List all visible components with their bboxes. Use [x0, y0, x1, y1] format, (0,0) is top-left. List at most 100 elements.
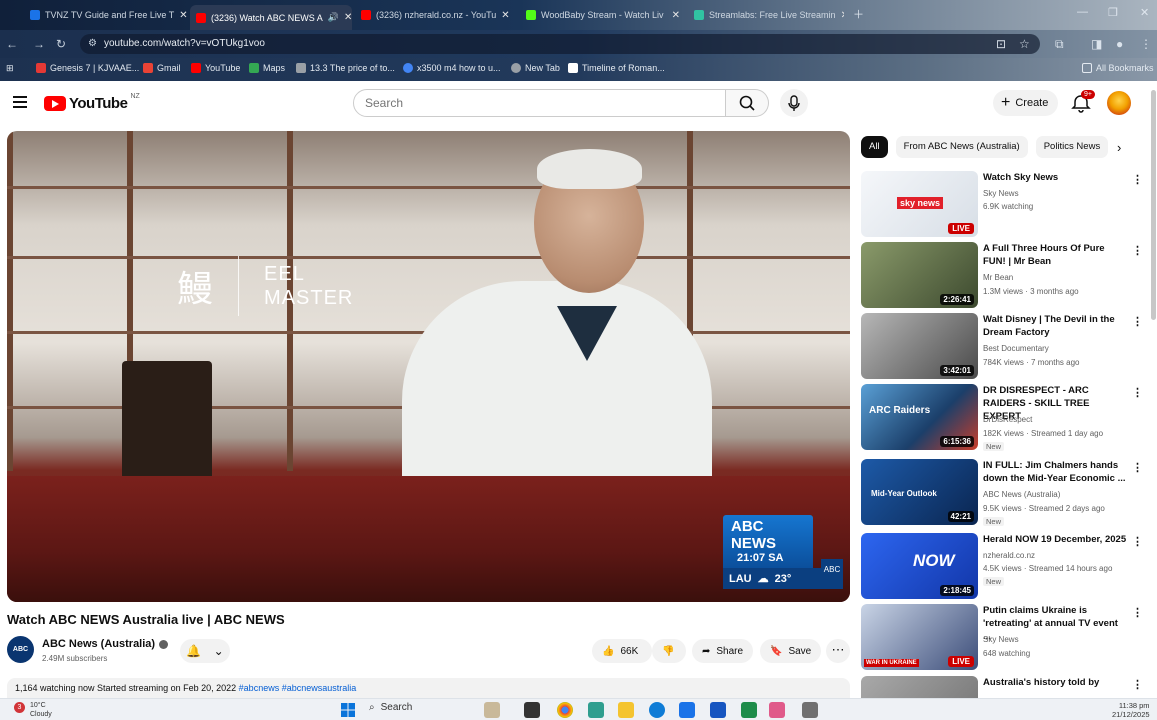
profile-switch-icon[interactable]: ◨	[1091, 37, 1102, 51]
channel-avatar[interactable]: ABC	[7, 636, 34, 663]
settings-icon[interactable]	[802, 702, 818, 718]
new-badge: New	[983, 577, 1005, 586]
back-icon[interactable]: ←	[6, 37, 18, 51]
speaker-icon[interactable]: 🔊	[328, 12, 339, 23]
search-button[interactable]	[726, 89, 769, 117]
recommendation-item[interactable]: ARC Raiders 6:15:36 DR DISRESPECT - ARC …	[861, 384, 1151, 451]
kebab-menu-icon[interactable]: ⋮	[1132, 606, 1143, 619]
widget-app-icon[interactable]	[484, 702, 500, 718]
mail-icon[interactable]	[679, 702, 695, 718]
install-app-icon[interactable]: ⊡	[996, 37, 1006, 51]
tab-abc-news[interactable]: (3236) Watch ABC NEWS A 🔊 ✕	[190, 5, 352, 30]
close-tab-icon[interactable]: ✕	[841, 10, 844, 21]
chrome-icon[interactable]	[557, 702, 573, 718]
video-thumbnail[interactable]: Mid-Year Outlook 42:21	[861, 459, 978, 525]
bookmark-genesis[interactable]: Genesis 7 | KJVAAE...	[36, 63, 139, 73]
video-thumbnail[interactable]: NOW 2:18:45	[861, 533, 978, 599]
taskbar-search[interactable]: ⌕ Search	[369, 702, 412, 713]
video-thumbnail[interactable]	[861, 676, 978, 698]
extensions-icon[interactable]: ⧉	[1055, 37, 1064, 52]
youtube-logo[interactable]: YouTube NZ	[44, 93, 140, 112]
site-info-icon[interactable]: ⚙	[88, 34, 97, 54]
system-clock[interactable]: 11:38 pm 21/12/2025	[1112, 701, 1150, 719]
store-icon[interactable]	[710, 702, 726, 718]
video-thumbnail[interactable]: sky news LIVE	[861, 171, 978, 237]
recommendation-item[interactable]: Australia's history told by ⋮	[861, 676, 1151, 698]
user-avatar[interactable]	[1107, 91, 1131, 115]
file-explorer-icon[interactable]	[618, 702, 634, 718]
video-thumbnail[interactable]: ARC Raiders 6:15:36	[861, 384, 978, 450]
kebab-menu-icon[interactable]: ⋮	[1132, 244, 1143, 257]
dislike-button[interactable]: 👎	[652, 639, 686, 663]
video-thumbnail[interactable]: 2:26:41	[861, 242, 978, 308]
recommendation-item[interactable]: 2:26:41 A Full Three Hours Of Pure FUN! …	[861, 242, 1151, 308]
recommendation-item[interactable]: Mid-Year Outlook 42:21 IN FULL: Jim Chal…	[861, 459, 1151, 526]
video-overlay-title: 鰻 EEL MASTER	[177, 256, 353, 316]
apps-grid-icon[interactable]: ⊞	[6, 63, 14, 74]
account-avatar-icon[interactable]: ●	[1116, 37, 1123, 51]
bookmark-star-icon[interactable]: ☆	[1019, 37, 1030, 51]
bookmark-x3500[interactable]: x3500 m4 how to u...	[403, 63, 501, 73]
new-tab-icon[interactable]: ＋	[853, 6, 864, 22]
share-button[interactable]: ➦ Share	[692, 639, 754, 663]
windows-start-icon[interactable]	[341, 703, 355, 717]
search-input[interactable]: Search	[353, 89, 726, 117]
recommendation-item[interactable]: sky news LIVE Watch Sky News Sky News 6.…	[861, 171, 1151, 237]
video-thumbnail[interactable]: 3:42:01	[861, 313, 978, 379]
app-icon[interactable]	[741, 702, 757, 718]
chip-politics[interactable]: Politics News	[1035, 136, 1109, 158]
kebab-menu-icon[interactable]: ⋮	[1132, 678, 1143, 691]
close-tab-icon[interactable]: ✕	[501, 10, 509, 21]
kebab-menu-icon[interactable]: ⋮	[1132, 315, 1143, 328]
video-thumbnail[interactable]: WAR IN UKRAINE LIVE	[861, 604, 978, 670]
close-window-icon[interactable]: ✕	[1140, 6, 1149, 19]
tab-nzherald[interactable]: (3236) nzherald.co.nz - YouTu ✕	[355, 5, 515, 25]
reload-icon[interactable]: ↻	[56, 37, 66, 51]
forward-icon[interactable]: →	[33, 37, 45, 51]
app-icon[interactable]	[588, 702, 604, 718]
edge-icon[interactable]	[649, 702, 665, 718]
voice-search-button[interactable]	[780, 89, 808, 117]
tab-woodbaby[interactable]: WoodBaby Stream - Watch Liv ✕	[520, 5, 686, 25]
tab-tvnz[interactable]: TVNZ TV Guide and Free Live T ✕	[24, 5, 188, 25]
chip-all[interactable]: All	[861, 136, 888, 158]
kebab-menu-icon[interactable]: ⋮	[1132, 461, 1143, 474]
kebab-menu-icon[interactable]: ⋮	[1132, 535, 1143, 548]
all-bookmarks[interactable]: All Bookmarks	[1082, 63, 1154, 73]
tab-streamlabs[interactable]: Streamlabs: Free Live Streamin ✕	[688, 5, 844, 25]
menu-kebab-icon[interactable]: ⋮	[1140, 37, 1152, 51]
more-actions-icon[interactable]: ⋯	[826, 639, 850, 663]
kebab-menu-icon[interactable]: ⋮	[1132, 173, 1143, 186]
chevron-right-icon[interactable]: ›	[1117, 140, 1121, 155]
url-field[interactable]: ⚙ youtube.com/watch?v=vOTUkg1voo	[80, 34, 1040, 54]
chip-from-abc[interactable]: From ABC News (Australia)	[895, 136, 1028, 158]
bookmark-roman[interactable]: Timeline of Roman...	[568, 63, 665, 73]
save-button[interactable]: 🔖 Save	[760, 639, 822, 663]
page-scrollbar[interactable]	[1151, 90, 1156, 320]
maximize-icon[interactable]: ❐	[1108, 6, 1118, 19]
weather-widget[interactable]: 3 10°C Cloudy	[14, 701, 52, 719]
bookmark-gmail[interactable]: Gmail	[143, 63, 181, 73]
bookmark-price[interactable]: 13.3 The price of to...	[296, 63, 395, 73]
recommendation-item[interactable]: NOW 2:18:45 Herald NOW 19 December, 2025…	[861, 533, 1151, 599]
description-tags[interactable]: #abcnews #abcnewsaustralia	[239, 683, 357, 693]
minimize-icon[interactable]: —	[1077, 6, 1088, 18]
channel-name[interactable]: ABC News (Australia)	[42, 638, 169, 650]
streamlabs-taskbar-icon[interactable]	[769, 702, 785, 718]
like-button[interactable]: 👍 66K	[592, 639, 652, 663]
hamburger-menu-icon[interactable]	[13, 96, 27, 111]
bookmark-youtube[interactable]: YouTube	[191, 63, 240, 73]
task-view-icon[interactable]	[524, 702, 540, 718]
create-button[interactable]: + Create	[993, 90, 1059, 116]
close-tab-icon[interactable]: ✕	[344, 12, 352, 23]
description-box[interactable]: 1,164 watching now Started streaming on …	[7, 678, 850, 698]
bookmark-maps[interactable]: Maps	[249, 63, 285, 73]
kebab-menu-icon[interactable]: ⋮	[1132, 386, 1143, 399]
recommendation-item[interactable]: WAR IN UKRAINE LIVE Putin claims Ukraine…	[861, 604, 1151, 670]
close-tab-icon[interactable]: ✕	[672, 10, 680, 21]
recommendation-item[interactable]: 3:42:01 Walt Disney | The Devil in the D…	[861, 313, 1151, 379]
video-player[interactable]: 鰻 EEL MASTER ABC NEWS 21:07 SA LAU ☁ 23°…	[7, 131, 850, 602]
close-tab-icon[interactable]: ✕	[179, 10, 187, 21]
subscribed-bell-button[interactable]: 🔔 ⌄	[180, 639, 230, 663]
bookmark-newtab[interactable]: New Tab	[511, 63, 560, 73]
